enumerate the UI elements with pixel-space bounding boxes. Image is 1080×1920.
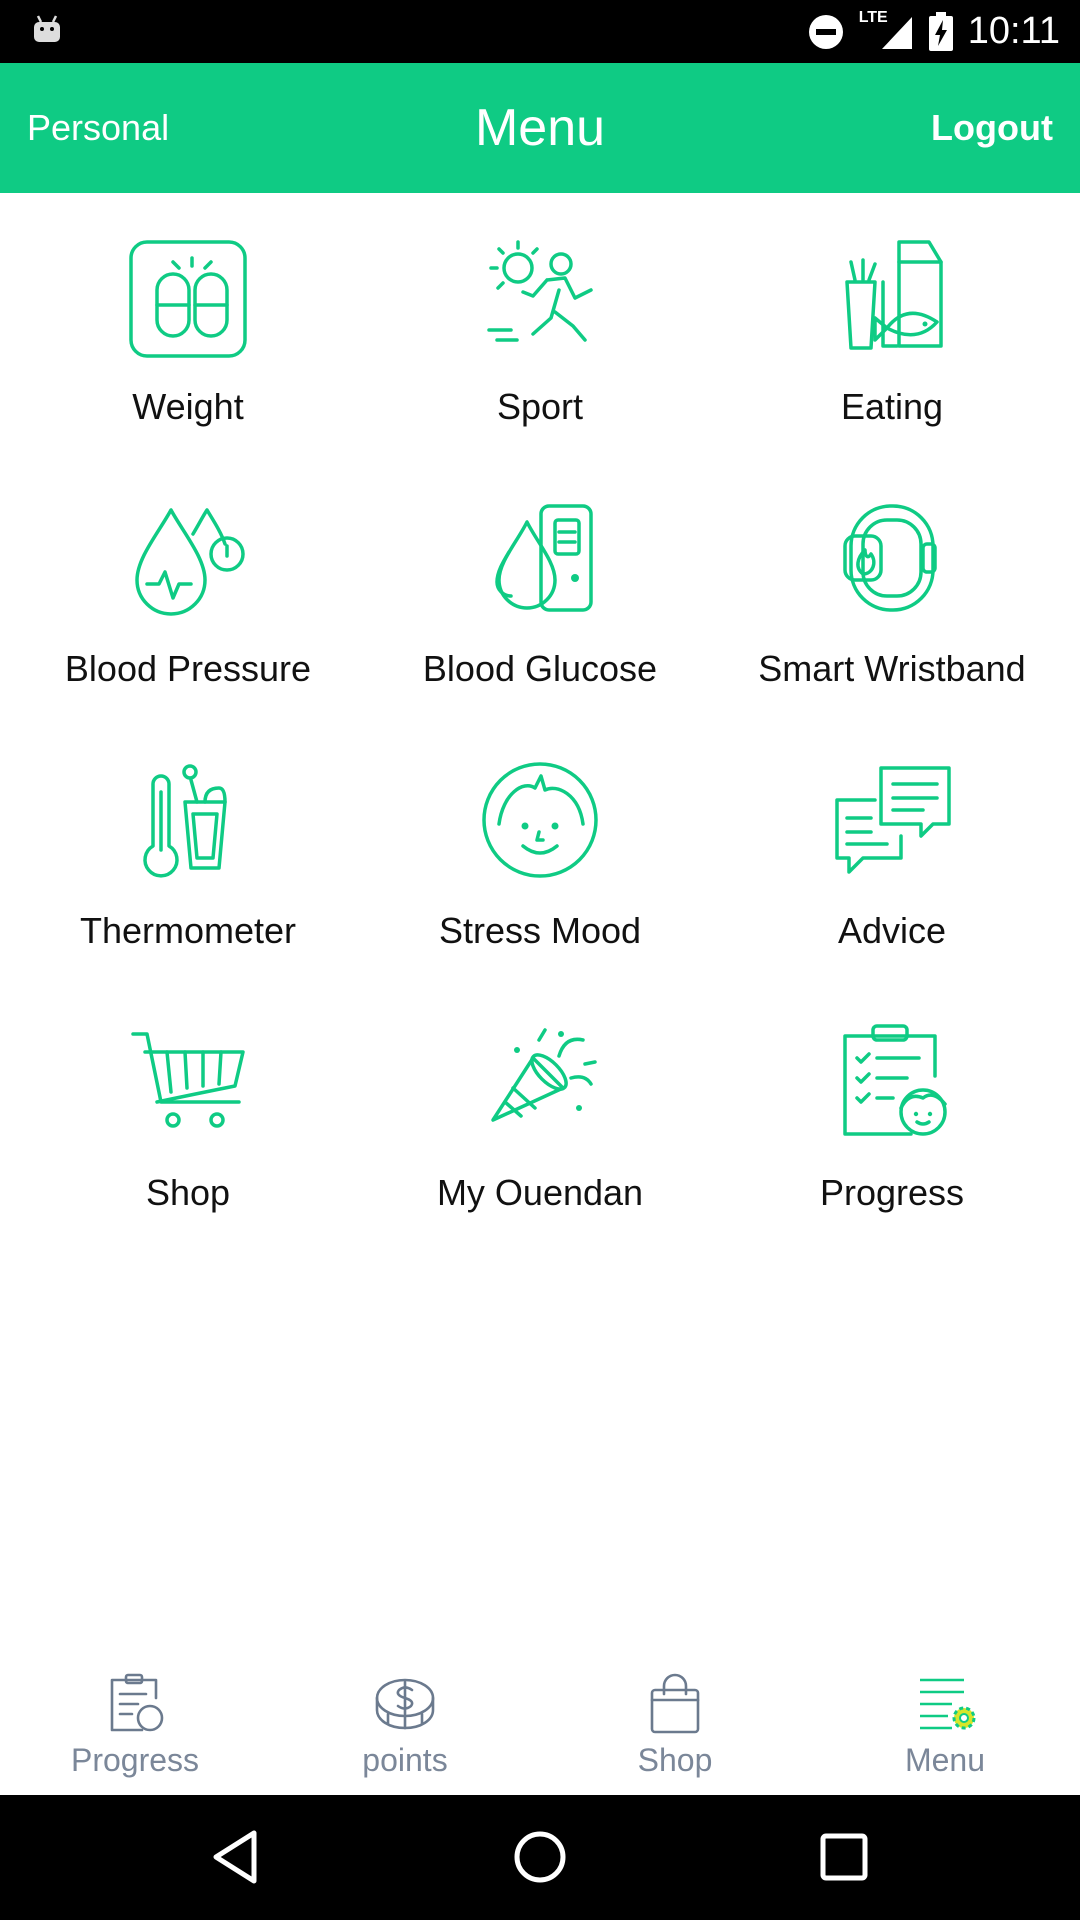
nav-tab-points[interactable]: points [270,1640,540,1795]
battery-charging-icon [928,11,953,51]
menu-item-my-ouendan[interactable]: My Ouendan [364,1016,716,1278]
back-icon[interactable] [204,1825,268,1889]
menu-label: Sport [496,386,584,427]
status-bar: LTE 10:11 [0,0,1080,63]
wristband-icon [843,504,937,612]
do-not-disturb-icon [808,14,843,49]
menu-item-thermometer[interactable]: Thermometer [12,754,364,1016]
menu-label: Blood Glucose [422,648,658,689]
page-title: Menu [474,99,606,157]
nav-tab-shop[interactable]: Shop [540,1640,810,1795]
menu-item-stress-mood[interactable]: Stress Mood [364,754,716,1016]
party-popper-icon [491,1028,597,1122]
nav-tab-menu[interactable]: Menu [810,1640,1080,1795]
clock: 10:11 [967,10,1060,52]
clipboard-person-icon [843,1024,947,1136]
menu-label: Weight [132,386,244,427]
menu-item-blood-pressure[interactable]: Blood Pressure [12,492,364,754]
nav-label: Shop [637,1742,713,1778]
bag-icon [650,1673,700,1734]
shopping-cart-icon [131,1032,245,1128]
menu-label: Progress [819,1172,965,1213]
coin-icon [375,1678,435,1730]
glucose-meter-icon [495,504,593,612]
nav-tab-progress[interactable]: Progress [0,1640,270,1795]
menu-item-smart-wristband[interactable]: Smart Wristband [716,492,1068,754]
menu-item-sport[interactable]: Sport [364,230,716,492]
clipboard-icon [110,1673,164,1732]
menu-item-blood-glucose[interactable]: Blood Glucose [364,492,716,754]
running-person-icon [487,240,593,342]
menu-label: Eating [840,386,944,427]
menu-item-progress[interactable]: Progress [716,1016,1068,1278]
network-type: LTE [858,8,888,26]
app-header: Personal Menu Logout [0,63,1080,193]
nav-label: points [362,1742,448,1778]
menu-label: Blood Pressure [64,648,312,689]
menu-item-advice[interactable]: Advice [716,754,1068,1016]
nav-label: Menu [904,1742,986,1778]
thermometer-icon [143,764,227,878]
menu-label: Thermometer [79,910,297,951]
system-navigation-bar [0,1795,1080,1920]
menu-label: Shop [145,1172,231,1213]
menu-label: Stress Mood [438,910,642,951]
recents-icon[interactable] [812,1825,876,1889]
logout-button[interactable]: Logout [931,63,1053,193]
chat-bubbles-icon [835,766,951,874]
menu-label: My Ouendan [436,1172,644,1213]
menu-label: Smart Wristband [758,648,1026,689]
menu-item-weight[interactable]: Weight [12,230,364,492]
android-notification-icon [34,15,60,42]
nav-label: Progress [70,1742,200,1778]
menu-grid: Weight Sport Eating Blood Pressure Blood… [0,230,1080,1278]
scale-icon [129,240,247,358]
bottom-nav: Progress points Shop Menu [0,1640,1080,1795]
menu-gear-icon [920,1678,976,1730]
menu-item-shop[interactable]: Shop [12,1016,364,1278]
home-icon[interactable] [508,1825,572,1889]
smiley-face-icon [482,762,598,878]
menu-label: Advice [837,910,947,951]
groceries-icon [845,240,943,350]
menu-item-eating[interactable]: Eating [716,230,1068,492]
blood-pressure-icon [135,508,245,616]
